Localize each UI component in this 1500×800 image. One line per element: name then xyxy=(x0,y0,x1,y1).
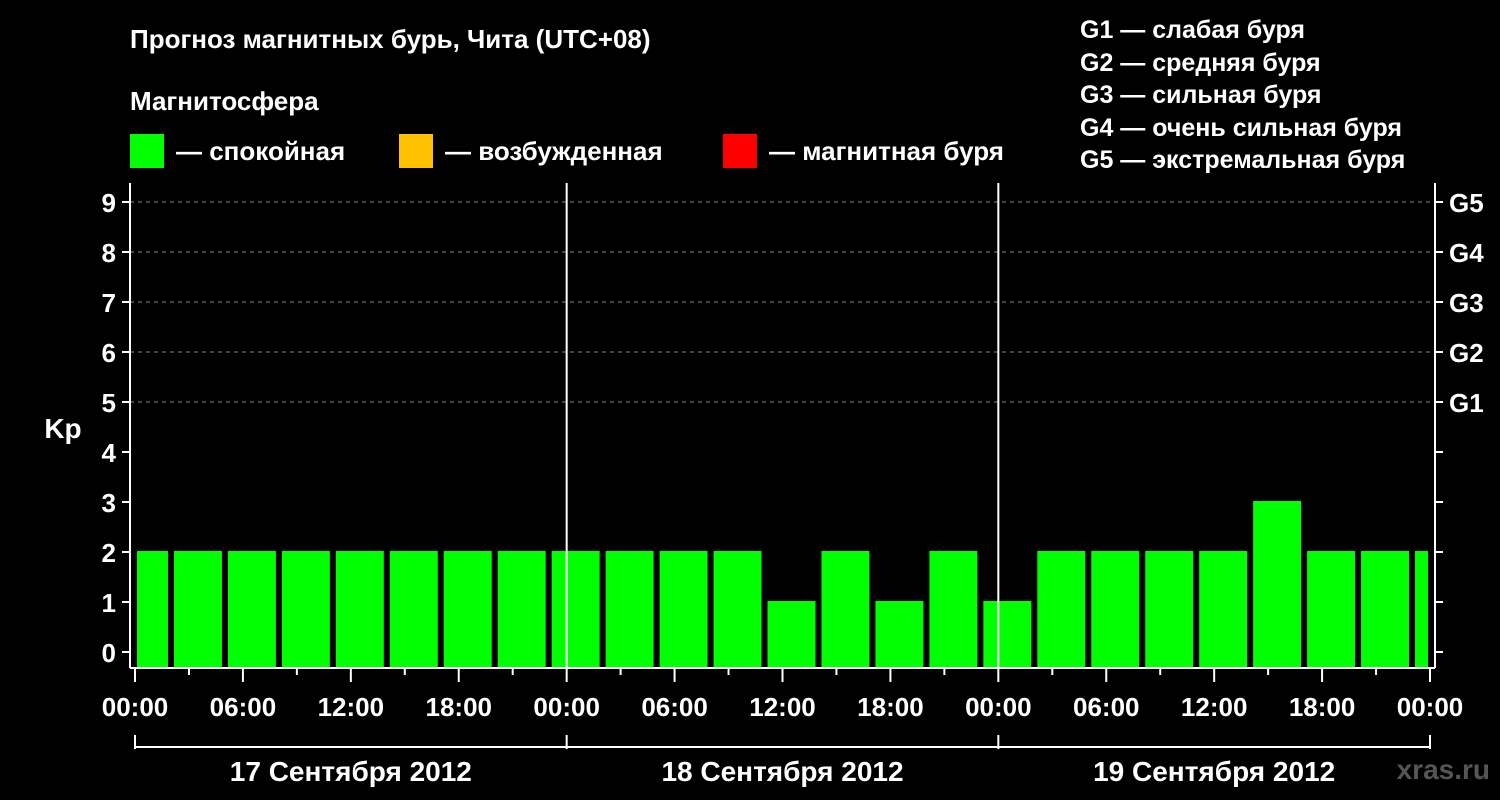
kp-bar xyxy=(335,551,384,668)
kp-bar xyxy=(767,601,816,668)
kp-bar xyxy=(173,551,222,668)
y-tick-label: 3 xyxy=(102,488,116,518)
y-tick-label: 4 xyxy=(102,438,117,468)
storm-level-tick-label: G3 xyxy=(1449,288,1484,318)
x-tick-label: 18:00 xyxy=(1289,692,1356,722)
kp-bar xyxy=(1091,551,1140,668)
kp-bar xyxy=(1415,551,1428,668)
y-tick-label: 8 xyxy=(102,238,116,268)
kp-bar xyxy=(227,551,276,668)
kp-bar xyxy=(605,551,654,668)
kp-bar xyxy=(983,601,1032,668)
storm-level-tick-label: G2 xyxy=(1449,338,1484,368)
y-tick-label: 1 xyxy=(102,588,116,618)
x-tick-label: 18:00 xyxy=(426,692,493,722)
kp-bar xyxy=(713,551,762,668)
day-label: 18 Сентября 2012 xyxy=(661,756,903,787)
x-tick-label: 06:00 xyxy=(641,692,708,722)
kp-bar xyxy=(875,601,924,668)
x-tick-label: 00:00 xyxy=(1397,692,1464,722)
x-tick-label: 06:00 xyxy=(210,692,277,722)
day-label: 19 Сентября 2012 xyxy=(1093,756,1335,787)
x-tick-label: 00:00 xyxy=(965,692,1032,722)
kp-bar-chart: 0 1 2 3 4 5 6 7 8 9 G1 G2 G3 G4 G5 Kp 00:00 06:00 12:00 18:… xyxy=(44,183,1484,787)
y-axis-label: Kp xyxy=(44,413,81,444)
storm-level-tick-label: G5 xyxy=(1449,188,1484,218)
y-tick-label: 5 xyxy=(102,388,116,418)
storm-level-tick-label: G1 xyxy=(1449,388,1484,418)
kp-bar xyxy=(137,551,168,668)
x-tick-label: 06:00 xyxy=(1073,692,1140,722)
kp-bar xyxy=(497,551,546,668)
kp-bar xyxy=(1253,501,1302,668)
kp-bar xyxy=(821,551,870,668)
kp-bar xyxy=(1037,551,1086,668)
x-tick-label: 12:00 xyxy=(318,692,385,722)
watermark: xras.ru xyxy=(1396,754,1490,785)
y-tick-label: 9 xyxy=(102,188,116,218)
kp-bar xyxy=(443,551,492,668)
y-tick-label: 7 xyxy=(102,288,116,318)
kp-bar xyxy=(281,551,330,668)
y-tick-label: 6 xyxy=(102,338,116,368)
x-tick-label: 00:00 xyxy=(533,692,600,722)
y-tick-label: 0 xyxy=(102,638,116,668)
x-tick-label: 18:00 xyxy=(857,692,924,722)
kp-bar xyxy=(1307,551,1356,668)
y-tick-label: 2 xyxy=(102,538,116,568)
kp-bar xyxy=(1199,551,1248,668)
kp-bar xyxy=(659,551,708,668)
x-tick-label: 12:00 xyxy=(1181,692,1248,722)
kp-bar xyxy=(929,551,978,668)
x-tick-label: 00:00 xyxy=(102,692,169,722)
kp-bar xyxy=(551,551,600,668)
storm-level-tick-label: G4 xyxy=(1449,238,1484,268)
x-tick-label: 12:00 xyxy=(749,692,816,722)
kp-bar xyxy=(1145,551,1194,668)
kp-bar xyxy=(1361,551,1410,668)
day-label: 17 Сентября 2012 xyxy=(230,756,472,787)
kp-bar xyxy=(389,551,438,668)
